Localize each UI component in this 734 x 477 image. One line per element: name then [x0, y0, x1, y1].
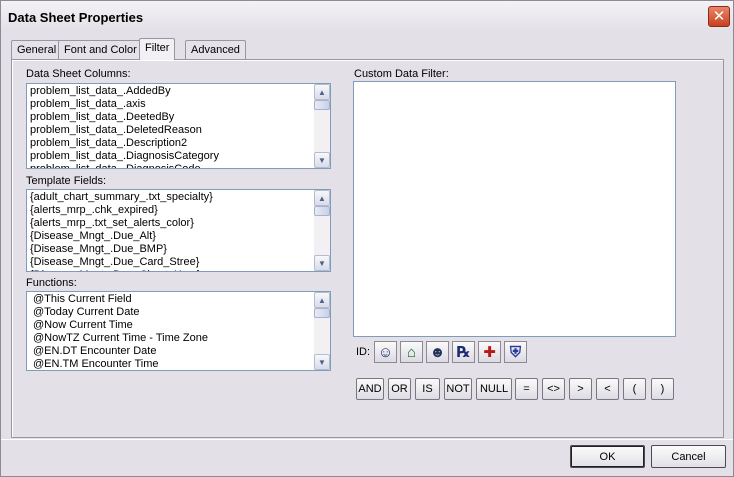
list-item[interactable]: @NowTZ Current Time - Time Zone — [33, 332, 330, 345]
scroll-up-button[interactable]: ▲ — [314, 292, 330, 308]
insurance-icon: ⛨ — [509, 343, 522, 361]
window-title: Data Sheet Properties — [8, 10, 144, 25]
scroll-up-icon: ▲ — [318, 193, 326, 203]
list-item[interactable]: @This Current Field — [33, 293, 330, 306]
list-item[interactable]: problem_list_data_.axis — [30, 98, 330, 111]
rx-button[interactable]: ℞ — [452, 341, 475, 363]
template-fields-list: {adult_chart_summary_.txt_specialty} {ale… — [27, 190, 330, 271]
list-item[interactable]: {alerts_mrp_.chk_expired} — [30, 204, 330, 217]
columns-label: Data Sheet Columns: — [26, 68, 131, 80]
provider-button[interactable]: ☻ — [426, 341, 449, 363]
patient-button[interactable]: ☺ — [374, 341, 397, 363]
tab-general[interactable]: General — [11, 40, 63, 59]
scroll-down-icon: ▼ — [318, 258, 326, 268]
list-item[interactable]: {Disease_Mngt_.Due_Alt} — [30, 230, 330, 243]
list-item[interactable]: problem_list_data_.DeetedBy — [30, 111, 330, 124]
list-item[interactable]: {alerts_mrp_.txt_set_alerts_color} — [30, 217, 330, 230]
scroll-down-icon: ▼ — [318, 155, 326, 165]
operator-not-button[interactable]: NOT — [444, 378, 472, 400]
list-item[interactable]: @EN.DT Encounter Date — [33, 345, 330, 358]
list-item[interactable]: problem_list_data_.Description2 — [30, 137, 330, 150]
template-fields-listbox[interactable]: {adult_chart_summary_.txt_specialty} {ale… — [26, 189, 331, 272]
medical-kit-button[interactable]: ✚ — [478, 341, 501, 363]
columns-scrollbar[interactable]: ▲ ▼ — [314, 84, 330, 168]
dialog-window: Data Sheet Properties ✕ General Font and… — [0, 0, 734, 477]
list-item[interactable]: problem_list_data_.DiagnosisCategory — [30, 150, 330, 163]
scroll-thumb[interactable] — [314, 100, 330, 110]
scroll-down-button[interactable]: ▼ — [314, 255, 330, 271]
list-item[interactable]: {adult_chart_summary_.txt_specialty} — [30, 191, 330, 204]
list-item[interactable]: {Disease_Mngt_.Due_Card_Stree} — [30, 256, 330, 269]
scroll-down-button[interactable]: ▼ — [314, 354, 330, 370]
rx-icon: ℞ — [456, 344, 471, 361]
functions-list: @This Current Field @Today Current Date @N… — [27, 292, 330, 370]
footer-divider — [1, 439, 733, 440]
patient-icon: ☺ — [377, 343, 394, 361]
close-button[interactable]: ✕ — [708, 6, 730, 27]
home-icon: ⌂ — [406, 343, 417, 361]
template-fields-label: Template Fields: — [26, 175, 107, 187]
functions-scrollbar[interactable]: ▲ ▼ — [314, 292, 330, 370]
list-item[interactable]: {Disease_Mngt_.Due_Chest_Xray} — [30, 269, 330, 271]
operator-null-button[interactable]: NULL — [476, 378, 512, 400]
scroll-up-button[interactable]: ▲ — [314, 84, 330, 100]
ok-button[interactable]: OK — [570, 445, 645, 468]
operator-is-button[interactable]: IS — [415, 378, 440, 400]
close-icon: ✕ — [712, 8, 726, 25]
columns-listbox[interactable]: problem_list_data_.AddedBy problem_list_d… — [26, 83, 331, 169]
tab-advanced[interactable]: Advanced — [185, 40, 246, 59]
title-bar: Data Sheet Properties ✕ — [1, 1, 733, 33]
list-item[interactable]: {Disease_Mngt_.Due_BMP} — [30, 243, 330, 256]
medical-kit-icon: ✚ — [483, 344, 496, 361]
scroll-thumb[interactable] — [314, 206, 330, 216]
operator-close-paren-button[interactable]: ) — [651, 378, 674, 400]
scroll-down-icon: ▼ — [318, 357, 326, 367]
list-item[interactable]: problem_list_data_.DiagnosisCode — [30, 163, 330, 168]
operator-or-button[interactable]: OR — [388, 378, 411, 400]
list-item[interactable]: problem_list_data_.AddedBy — [30, 85, 330, 98]
custom-filter-label: Custom Data Filter: — [354, 68, 449, 80]
home-button[interactable]: ⌂ — [400, 341, 423, 363]
list-item[interactable]: problem_list_data_.DeletedReason — [30, 124, 330, 137]
cancel-button[interactable]: Cancel — [651, 445, 726, 468]
functions-listbox[interactable]: @This Current Field @Today Current Date @N… — [26, 291, 331, 371]
provider-icon: ☻ — [429, 343, 446, 361]
scroll-up-icon: ▲ — [318, 295, 326, 305]
operator-less-than-button[interactable]: < — [596, 378, 619, 400]
columns-list: problem_list_data_.AddedBy problem_list_d… — [27, 84, 330, 168]
scroll-up-icon: ▲ — [318, 87, 326, 97]
operator-greater-than-button[interactable]: > — [569, 378, 592, 400]
operator-not-equals-button[interactable]: <> — [542, 378, 565, 400]
id-label: ID: — [356, 346, 371, 358]
scroll-down-button[interactable]: ▼ — [314, 152, 330, 168]
operator-and-button[interactable]: AND — [356, 378, 384, 400]
list-item[interactable]: @Now Current Time — [33, 319, 330, 332]
scroll-thumb[interactable] — [314, 308, 330, 318]
template-fields-scrollbar[interactable]: ▲ ▼ — [314, 190, 330, 271]
operator-open-paren-button[interactable]: ( — [623, 378, 646, 400]
scroll-up-button[interactable]: ▲ — [314, 190, 330, 206]
tab-font-and-color[interactable]: Font and Color — [58, 40, 143, 59]
operator-equals-button[interactable]: = — [515, 378, 538, 400]
list-item[interactable]: @Today Current Date — [33, 306, 330, 319]
functions-label: Functions: — [26, 277, 77, 289]
custom-filter-textarea[interactable] — [353, 81, 676, 337]
tab-filter[interactable]: Filter — [139, 38, 176, 60]
list-item[interactable]: @EN.TM Encounter Time — [33, 358, 330, 370]
insurance-button[interactable]: ⛨ — [504, 341, 527, 363]
